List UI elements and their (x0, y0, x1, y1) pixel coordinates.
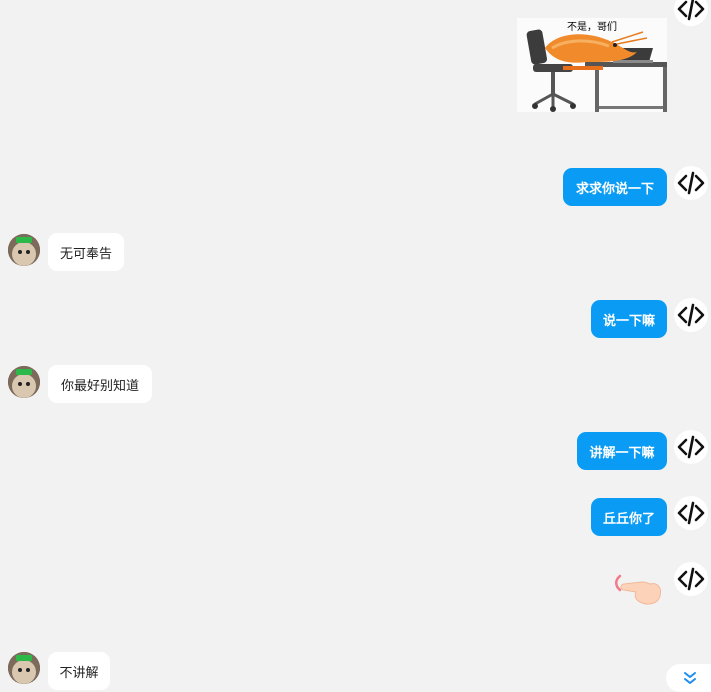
code-icon (674, 298, 708, 332)
code-icon (674, 166, 708, 200)
outgoing-message-bubble[interactable]: 讲解一下嘛 (577, 432, 667, 470)
code-icon (674, 496, 708, 530)
dog-avatar[interactable] (8, 234, 40, 266)
code-icon (674, 0, 708, 26)
dog-avatar[interactable] (8, 652, 40, 684)
outgoing-message-bubble[interactable]: 说一下嘛 (591, 300, 667, 338)
incoming-message-bubble[interactable]: 无可奉告 (48, 233, 124, 271)
code-icon (674, 430, 708, 464)
code-icon (674, 562, 708, 596)
outgoing-message-bubble[interactable]: 求求你说一下 (563, 168, 667, 206)
outgoing-message-bubble[interactable]: 丘丘你了 (591, 498, 667, 536)
incoming-message-bubble[interactable]: 你最好别知道 (48, 365, 152, 403)
meme-image[interactable]: 不是，哥们 (517, 18, 667, 112)
pointing-hand-emoji[interactable] (612, 570, 662, 606)
meme-caption: 不是，哥们 (567, 22, 617, 33)
incoming-message-bubble[interactable]: 不讲解 (48, 652, 110, 690)
double-chevron-down-icon (684, 672, 696, 684)
dog-avatar[interactable] (8, 366, 40, 398)
